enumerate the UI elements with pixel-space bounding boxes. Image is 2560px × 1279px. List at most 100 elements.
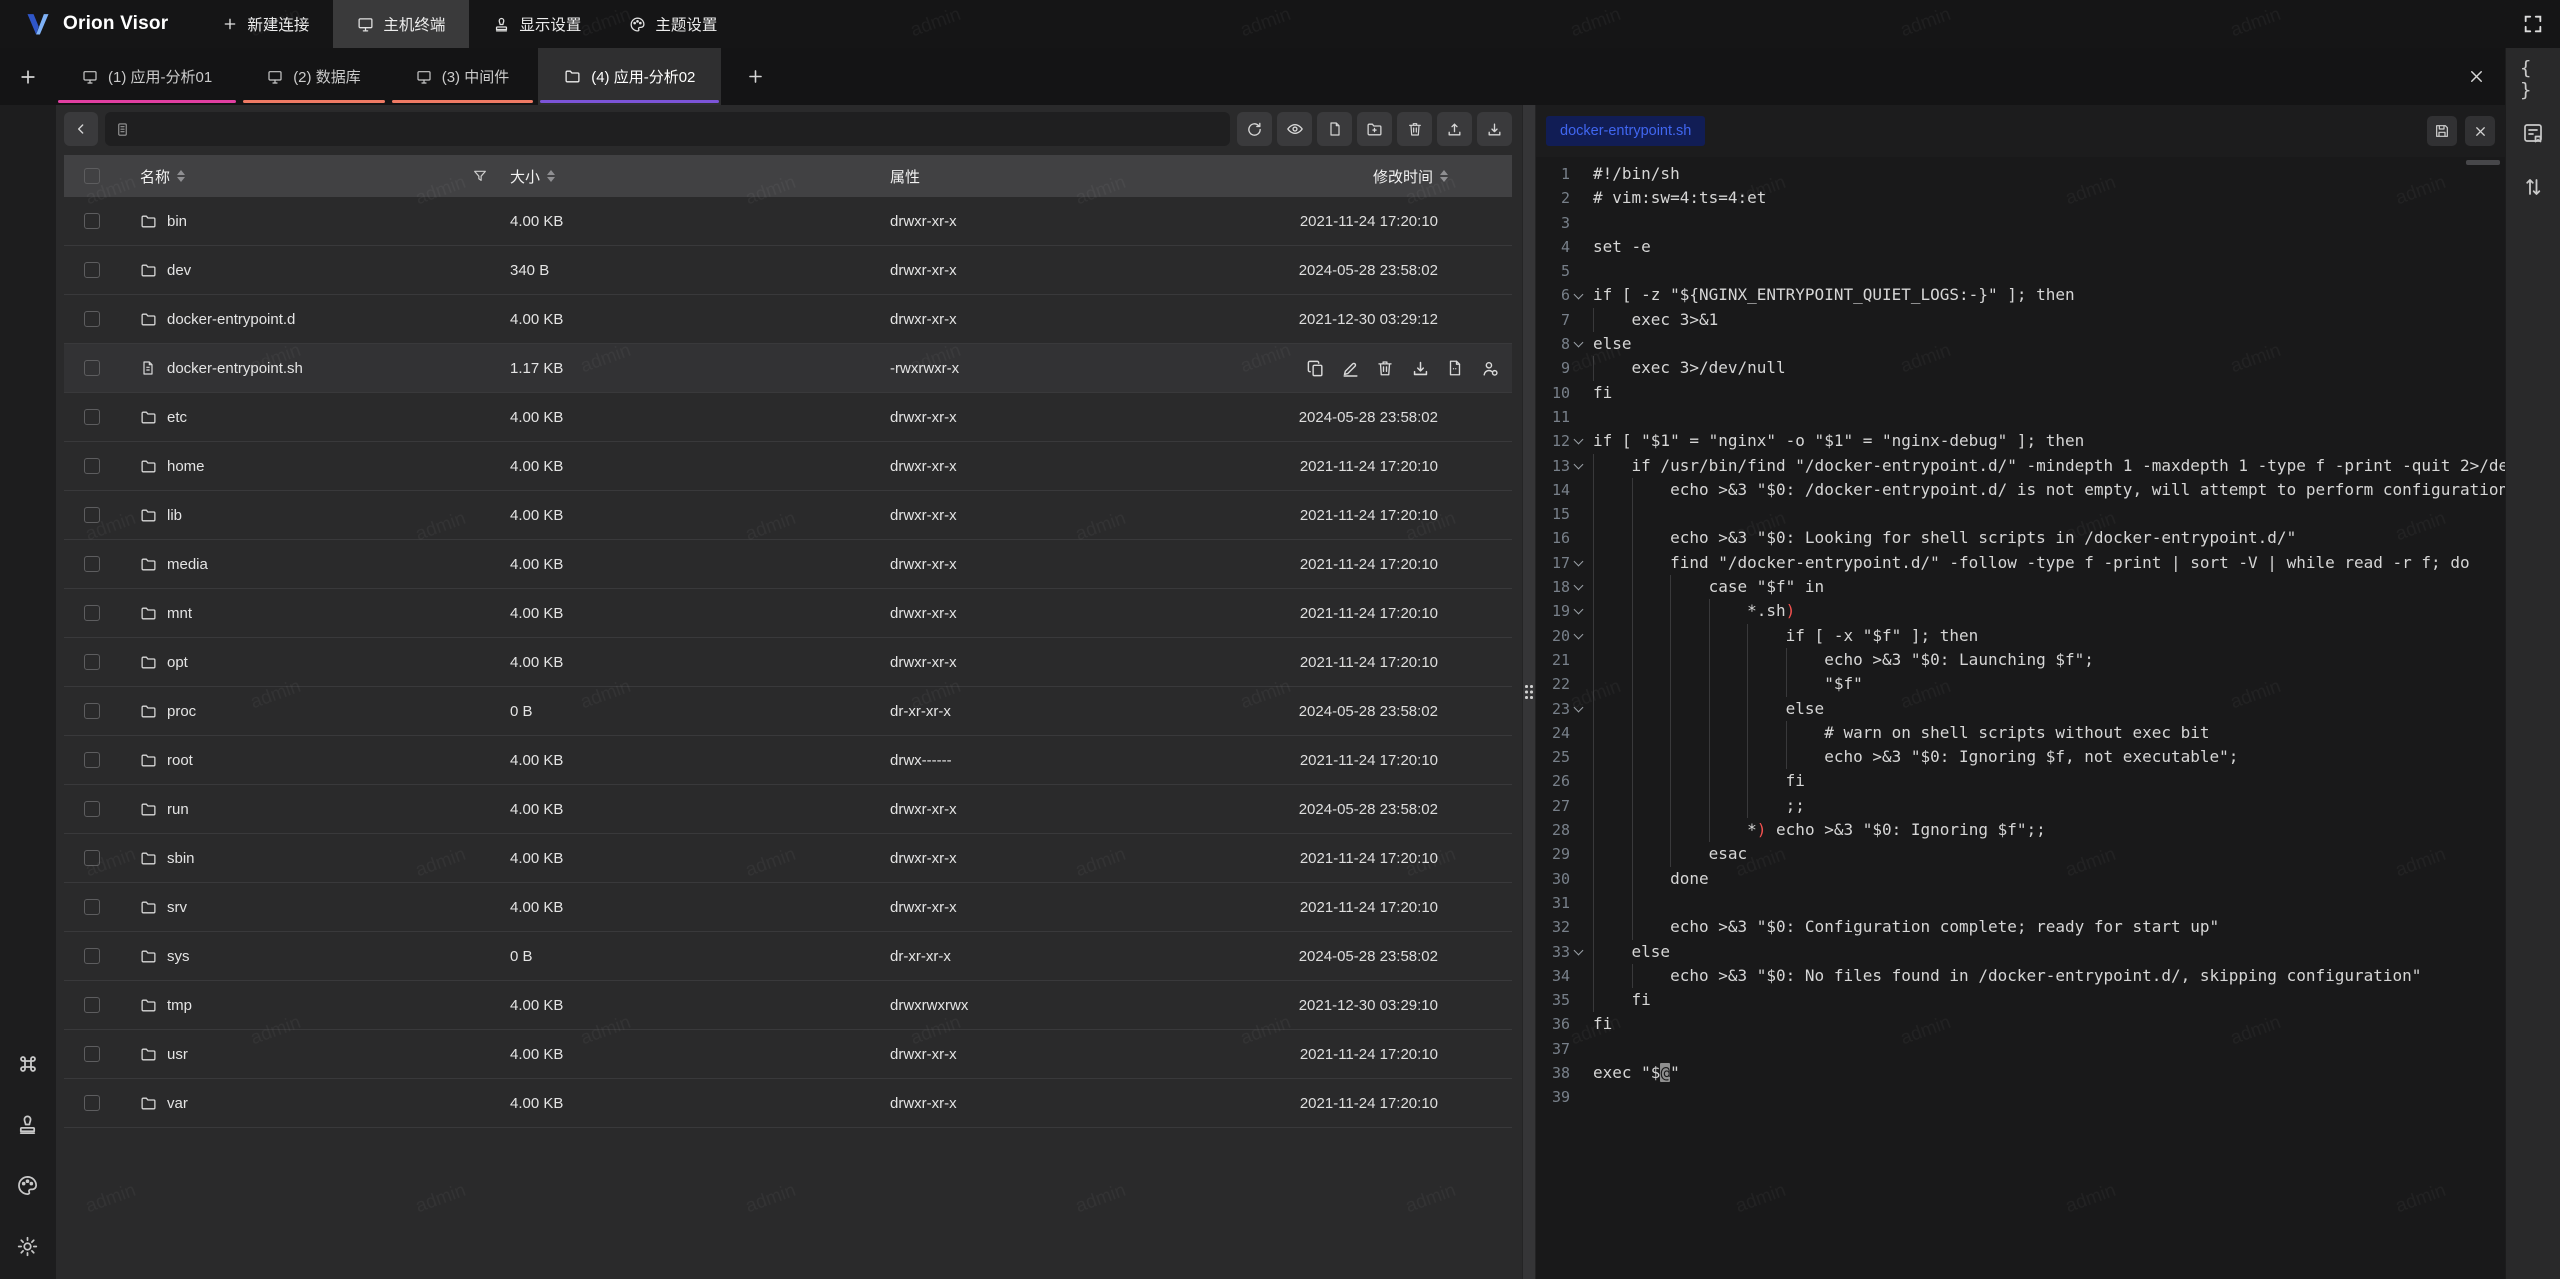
terminal-tab[interactable]: (2) 数据库 — [241, 48, 387, 105]
row-checkbox[interactable] — [84, 1046, 100, 1062]
table-row[interactable]: tmp4.00 KBdrwxrwxrwx2021-12-30 03:29:10 — [64, 981, 1512, 1030]
fold-chevron-icon[interactable] — [1570, 940, 1587, 964]
theme-settings-icon[interactable] — [16, 1174, 40, 1198]
new-tab-button[interactable] — [724, 48, 786, 105]
fold-chevron-icon[interactable] — [1570, 283, 1587, 307]
menu-display-settings[interactable]: 显示设置 — [469, 0, 605, 48]
fold-chevron-icon[interactable] — [1570, 599, 1587, 623]
delete-icon[interactable] — [1376, 359, 1395, 378]
file-bookmark-icon[interactable] — [2520, 120, 2546, 146]
upload-button[interactable] — [1437, 112, 1472, 146]
row-checkbox[interactable] — [84, 899, 100, 915]
path-input[interactable] — [105, 112, 1230, 146]
fullscreen-icon[interactable] — [2522, 13, 2544, 35]
file-name[interactable]: usr — [167, 1046, 188, 1063]
file-name[interactable]: etc — [167, 409, 187, 426]
table-row[interactable]: sbin4.00 KBdrwxr-xr-x2021-11-24 17:20:10 — [64, 834, 1512, 883]
file-name[interactable]: mnt — [167, 605, 192, 622]
row-checkbox[interactable] — [84, 605, 100, 621]
file-name[interactable]: root — [167, 752, 193, 769]
move-icon[interactable] — [1446, 359, 1465, 378]
terminal-tab[interactable]: (1) 应用-分析01 — [56, 48, 238, 105]
row-checkbox[interactable] — [84, 360, 100, 376]
menu-host-terminal[interactable]: 主机终端 — [333, 0, 469, 48]
select-all-checkbox[interactable] — [84, 168, 100, 184]
table-row[interactable]: bin4.00 KBdrwxr-xr-x2021-11-24 17:20:10 — [64, 197, 1512, 246]
download-button[interactable] — [1477, 112, 1512, 146]
row-checkbox[interactable] — [84, 507, 100, 523]
create-file-button[interactable] — [1317, 112, 1352, 146]
column-header-time[interactable]: 修改时间 — [1220, 166, 1512, 187]
open-file-tag[interactable]: docker-entrypoint.sh — [1546, 116, 1705, 146]
file-name[interactable]: home — [167, 458, 205, 475]
table-row[interactable]: media4.00 KBdrwxr-xr-x2021-11-24 17:20:1… — [64, 540, 1512, 589]
fold-chevron-icon[interactable] — [1570, 575, 1587, 599]
row-checkbox[interactable] — [84, 409, 100, 425]
file-name[interactable]: docker-entrypoint.sh — [167, 360, 303, 377]
close-panel-icon[interactable] — [2467, 67, 2487, 87]
fold-chevron-icon[interactable] — [1570, 332, 1587, 356]
table-row[interactable]: docker-entrypoint.sh1.17 KB-rwxrwxr-x — [64, 344, 1512, 393]
table-row[interactable]: run4.00 KBdrwxr-xr-x2024-05-28 23:58:02 — [64, 785, 1512, 834]
permission-icon[interactable] — [1481, 359, 1500, 378]
file-name[interactable]: opt — [167, 654, 188, 671]
row-checkbox[interactable] — [84, 556, 100, 572]
braces-icon[interactable]: { } — [2520, 66, 2546, 92]
file-name[interactable]: dev — [167, 262, 191, 279]
fold-chevron-icon[interactable] — [1570, 624, 1587, 648]
fold-chevron-icon[interactable] — [1570, 697, 1587, 721]
file-name[interactable]: var — [167, 1095, 188, 1112]
row-checkbox[interactable] — [84, 262, 100, 278]
drag-handle-icon[interactable] — [1525, 685, 1533, 699]
swap-sort-icon[interactable] — [2520, 174, 2546, 200]
table-row[interactable]: root4.00 KBdrwx------2021-11-24 17:20:10 — [64, 736, 1512, 785]
terminal-tab[interactable]: (4) 应用-分析02 — [538, 48, 721, 105]
fold-chevron-icon[interactable] — [1570, 551, 1587, 575]
row-checkbox[interactable] — [84, 948, 100, 964]
row-checkbox[interactable] — [84, 703, 100, 719]
table-row[interactable]: sys0 Bdr-xr-xr-x2024-05-28 23:58:02 — [64, 932, 1512, 981]
file-name[interactable]: srv — [167, 899, 187, 916]
settings-gear-icon[interactable] — [16, 1235, 40, 1259]
close-editor-button[interactable] — [2465, 116, 2495, 146]
table-row[interactable]: var4.00 KBdrwxr-xr-x2021-11-24 17:20:10 — [64, 1079, 1512, 1128]
file-name[interactable]: docker-entrypoint.d — [167, 311, 295, 328]
column-header-size[interactable]: 大小 — [470, 166, 800, 187]
row-checkbox[interactable] — [84, 752, 100, 768]
terminal-tab[interactable]: (3) 中间件 — [390, 48, 536, 105]
table-row[interactable]: etc4.00 KBdrwxr-xr-x2024-05-28 23:58:02 — [64, 393, 1512, 442]
sort-icon[interactable] — [1440, 170, 1448, 183]
filter-icon[interactable] — [472, 168, 488, 184]
table-row[interactable]: opt4.00 KBdrwxr-xr-x2021-11-24 17:20:10 — [64, 638, 1512, 687]
copy-icon[interactable] — [1306, 359, 1325, 378]
file-name[interactable]: proc — [167, 703, 196, 720]
code-area[interactable]: 1#!/bin/sh2# vim:sw=4:ts=4:et34set -e56i… — [1536, 157, 2505, 1279]
row-checkbox[interactable] — [84, 1095, 100, 1111]
file-name[interactable]: sbin — [167, 850, 195, 867]
row-checkbox[interactable] — [84, 458, 100, 474]
sort-icon[interactable] — [177, 170, 185, 183]
back-button[interactable] — [64, 112, 98, 146]
row-checkbox[interactable] — [84, 801, 100, 817]
file-name[interactable]: tmp — [167, 997, 192, 1014]
edit-icon[interactable] — [1341, 359, 1360, 378]
new-tab-left-button[interactable] — [0, 48, 56, 105]
table-row[interactable]: dev340 Bdrwxr-xr-x2024-05-28 23:58:02 — [64, 246, 1512, 295]
fold-chevron-icon[interactable] — [1570, 429, 1587, 453]
file-name[interactable]: bin — [167, 213, 187, 230]
create-folder-button[interactable] — [1357, 112, 1392, 146]
download-icon[interactable] — [1411, 359, 1430, 378]
file-name[interactable]: run — [167, 801, 189, 818]
preview-button[interactable] — [1277, 112, 1312, 146]
column-header-name[interactable]: 名称 — [120, 166, 470, 187]
table-row[interactable]: docker-entrypoint.d4.00 KBdrwxr-xr-x2021… — [64, 295, 1512, 344]
save-button[interactable] — [2427, 116, 2457, 146]
panel-resize-divider[interactable] — [1522, 105, 1536, 1279]
table-row[interactable]: usr4.00 KBdrwxr-xr-x2021-11-24 17:20:10 — [64, 1030, 1512, 1079]
delete-button[interactable] — [1397, 112, 1432, 146]
table-row[interactable]: mnt4.00 KBdrwxr-xr-x2021-11-24 17:20:10 — [64, 589, 1512, 638]
display-settings-icon[interactable] — [16, 1113, 40, 1137]
fold-chevron-icon[interactable] — [1570, 454, 1587, 478]
row-checkbox[interactable] — [84, 213, 100, 229]
row-checkbox[interactable] — [84, 311, 100, 327]
